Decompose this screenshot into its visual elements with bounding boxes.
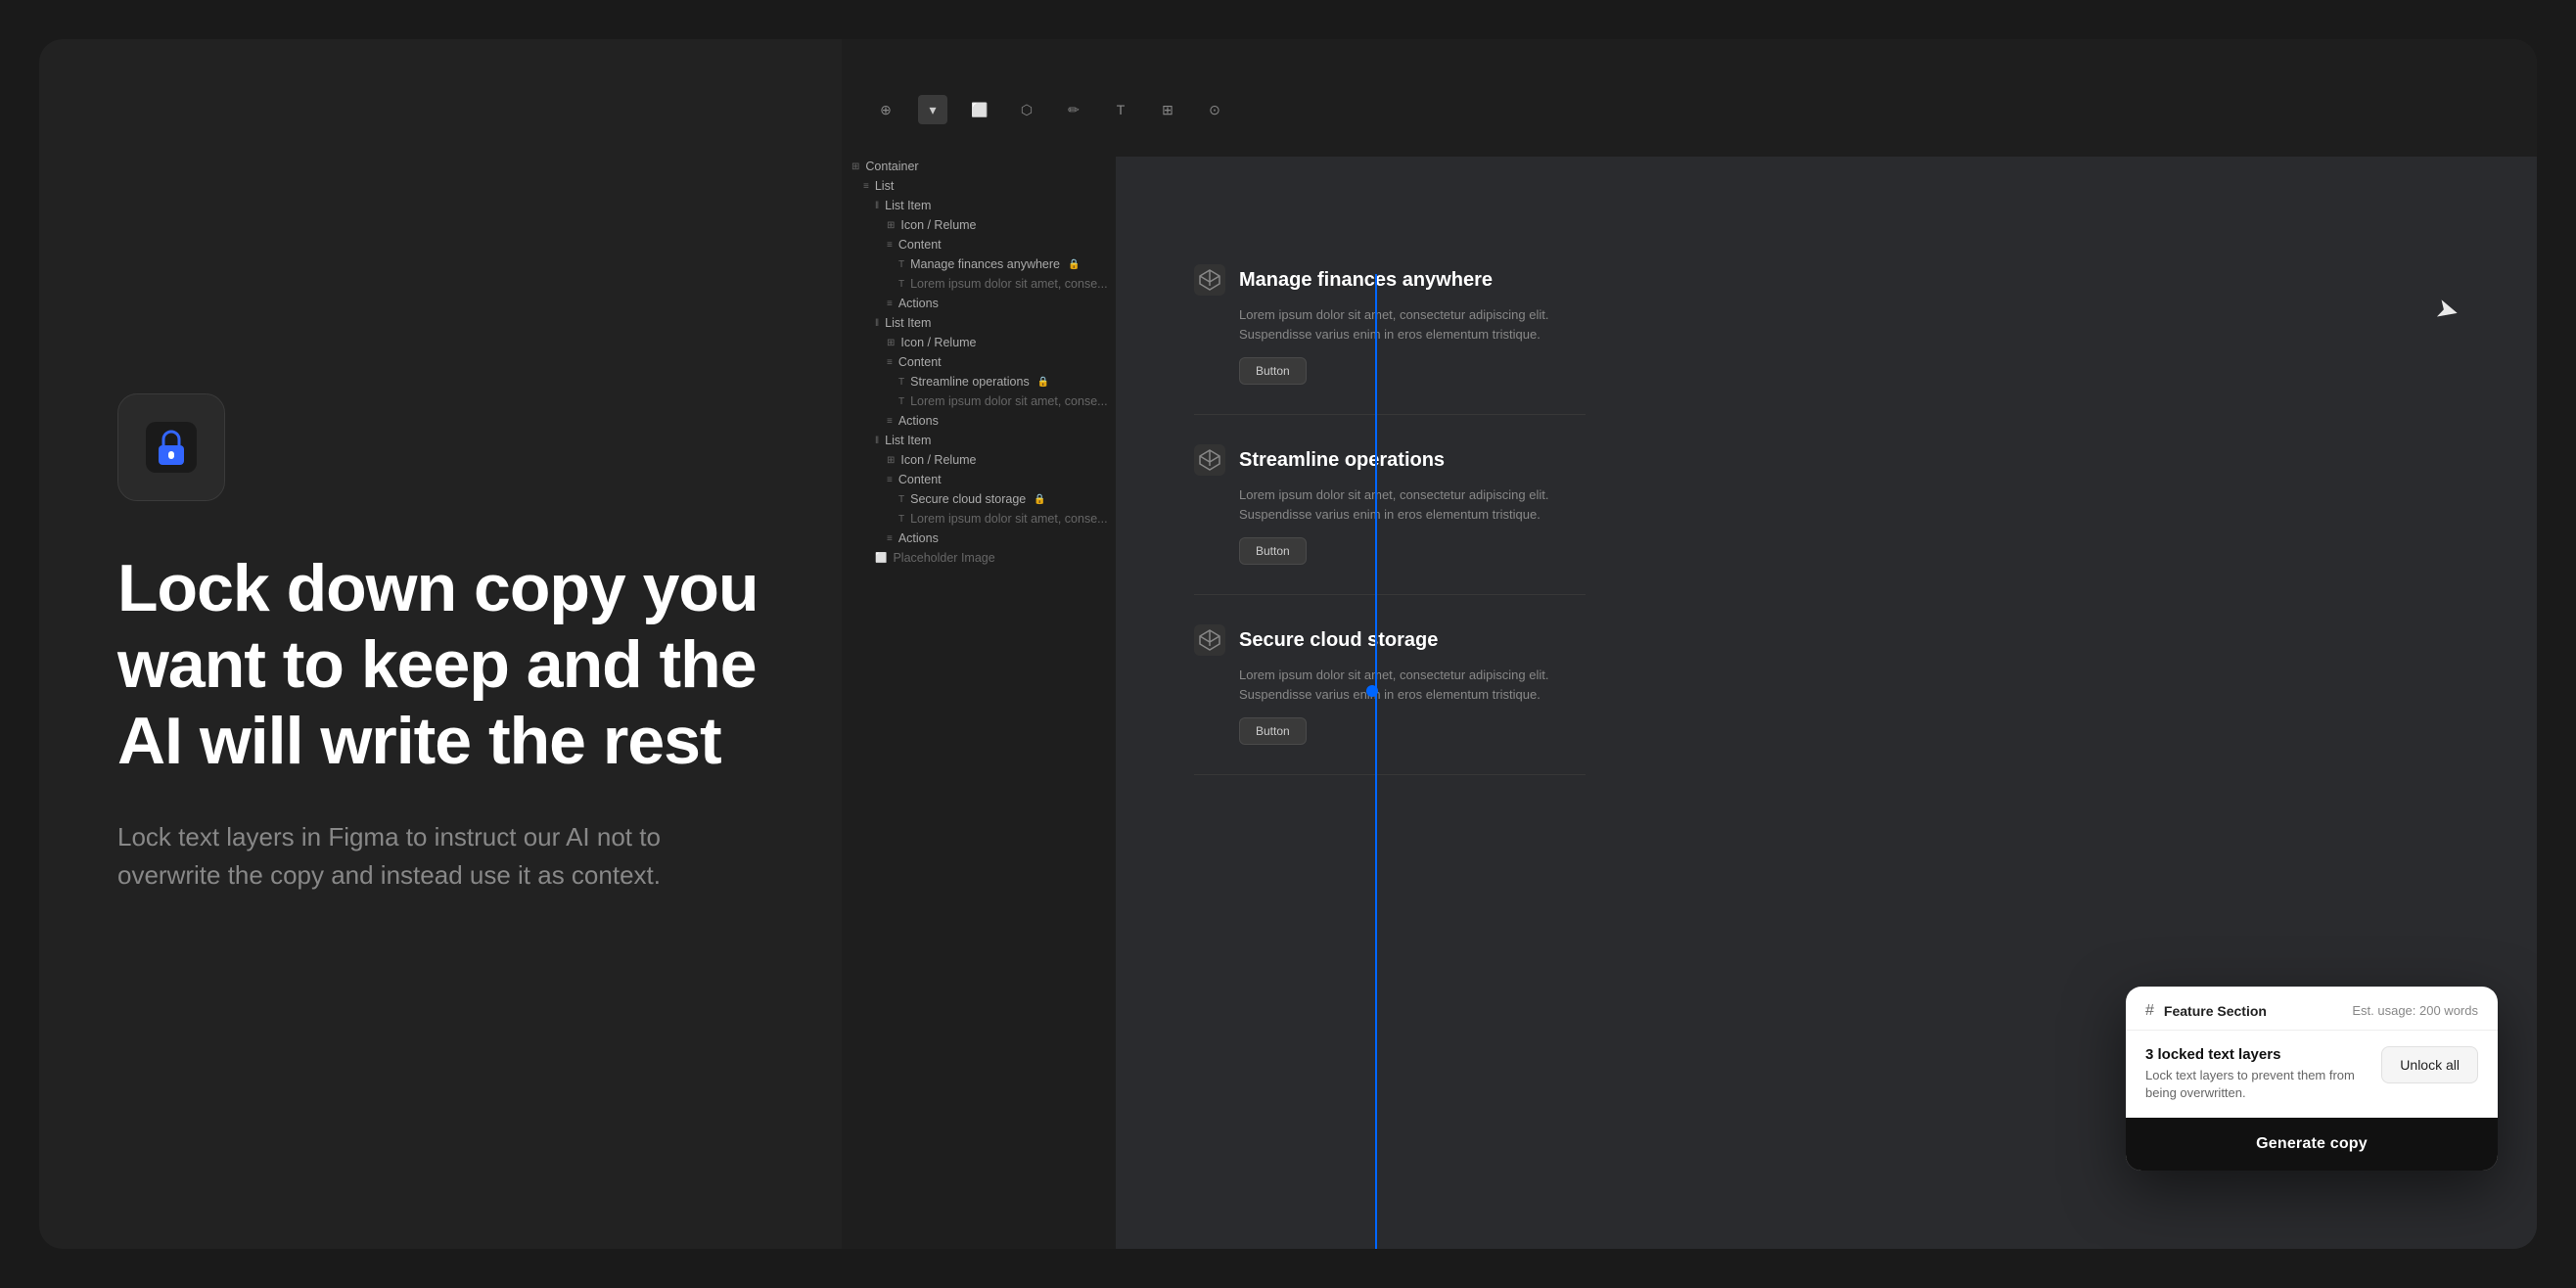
feature-1-button[interactable]: Button — [1239, 357, 1307, 385]
feature-3-title: Secure cloud storage — [1239, 629, 1438, 652]
selection-dot — [1366, 685, 1378, 697]
feature-1-icon — [1194, 264, 1225, 296]
feature-1-header: Manage finances anywhere — [1194, 264, 1586, 296]
feature-3-button[interactable]: Button — [1239, 717, 1307, 745]
unlock-all-button[interactable]: Unlock all — [2381, 1046, 2478, 1083]
feature-3-desc: Lorem ipsum dolor sit amet, consectetur … — [1194, 666, 1586, 704]
popup-est-usage: Est. usage: 200 words — [2352, 1003, 2478, 1018]
toolbar-frame-icon[interactable]: ⬜ — [965, 95, 994, 124]
layer-desc-3: T Lorem ipsum dolor sit amet, conse... — [842, 509, 1096, 529]
lock-icon-wrapper — [117, 393, 225, 501]
layer-desc-2: T Lorem ipsum dolor sit amet, conse... — [842, 391, 1096, 411]
toolbar-component-icon[interactable]: ⊞ — [1153, 95, 1182, 124]
toolbar-arrow-icon[interactable]: ▾ — [918, 95, 947, 124]
feature-3-icon — [1194, 624, 1225, 656]
layer-container: ⊞ Container — [842, 157, 1096, 176]
cursor-icon: ➤ — [2432, 292, 2462, 329]
layer-content-2: ≡ Content — [842, 352, 1096, 372]
lock-icon — [146, 422, 197, 473]
feature-item-3: Secure cloud storage Lorem ipsum dolor s… — [1194, 595, 1586, 775]
layer-actions-2: ≡ Actions — [842, 411, 1096, 431]
layer-icon-relume-1: ⊞ Icon / Relume — [842, 215, 1096, 235]
feature-2-title: Streamline operations — [1239, 449, 1445, 472]
popup-locked-count: 3 locked text layers — [2145, 1046, 2368, 1063]
feature-item-1: Manage finances anywhere Lorem ipsum dol… — [1194, 235, 1586, 415]
layer-list-item-2: ‖ List Item — [842, 313, 1096, 333]
layer-placeholder: ⬜ Placeholder Image — [842, 548, 1096, 568]
hash-icon: # — [2145, 1002, 2154, 1020]
layer-actions-3: ≡ Actions — [842, 529, 1096, 548]
layer-content-1: ≡ Content — [842, 235, 1096, 254]
feature-2-button[interactable]: Button — [1239, 537, 1307, 565]
popup-section-title: Feature Section — [2164, 1003, 2267, 1019]
feature-2-icon — [1194, 444, 1225, 476]
main-container: Lock down copy you want to keep and the … — [39, 39, 2537, 1249]
generate-copy-button[interactable]: Generate copy — [2126, 1118, 2498, 1171]
toolbar-more-icon[interactable]: ⊙ — [1200, 95, 1229, 124]
toolbar-pen-icon[interactable]: ✏ — [1059, 95, 1088, 124]
figma-toolbar: ⊕ ▾ ⬜ ⬡ ✏ T ⊞ ⊙ — [842, 88, 2537, 131]
layer-desc-1: T Lorem ipsum dolor sit amet, conse... — [842, 274, 1096, 294]
layer-content-3: ≡ Content — [842, 470, 1096, 489]
popup-body: 3 locked text layers Lock text layers to… — [2126, 1031, 2498, 1118]
feature-2-header: Streamline operations — [1194, 444, 1586, 476]
headline: Lock down copy you want to keep and the … — [117, 550, 763, 780]
layers-panel: ⊞ Container ≡ List ‖ List Item ⊞ Icon / … — [842, 157, 1096, 568]
toolbar-text-icon[interactable]: T — [1106, 95, 1135, 124]
subtext: Lock text layers in Figma to instruct ou… — [117, 818, 744, 895]
layer-icon-relume-2: ⊞ Icon / Relume — [842, 333, 1096, 352]
feature-1-title: Manage finances anywhere — [1239, 269, 1493, 292]
left-panel: Lock down copy you want to keep and the … — [39, 39, 842, 1249]
layer-icon-relume-3: ⊞ Icon / Relume — [842, 450, 1096, 470]
layer-title-1: T Manage finances anywhere 🔒 — [842, 254, 1096, 274]
popup-locked-desc: Lock text layers to prevent them from be… — [2145, 1067, 2368, 1102]
layer-list-item-1: ‖ List Item — [842, 196, 1096, 215]
layer-title-2: T Streamline operations 🔒 — [842, 372, 1096, 391]
popup-panel: # Feature Section Est. usage: 200 words … — [2126, 987, 2498, 1171]
layer-list: ≡ List — [842, 176, 1096, 196]
right-panel: ⊕ ▾ ⬜ ⬡ ✏ T ⊞ ⊙ ⊞ Container ≡ List ‖ Lis… — [842, 39, 2537, 1249]
feature-2-desc: Lorem ipsum dolor sit amet, consectetur … — [1194, 485, 1586, 524]
feature-1-desc: Lorem ipsum dolor sit amet, consectetur … — [1194, 305, 1586, 344]
popup-header: # Feature Section Est. usage: 200 words — [2126, 987, 2498, 1031]
popup-body-text: 3 locked text layers Lock text layers to… — [2145, 1046, 2368, 1102]
layer-actions-1: ≡ Actions — [842, 294, 1096, 313]
feature-list: Manage finances anywhere Lorem ipsum dol… — [1194, 235, 1586, 775]
selection-line — [1375, 274, 1377, 1249]
feature-item-2: Streamline operations Lorem ipsum dolor … — [1194, 415, 1586, 595]
toolbar-move-icon[interactable]: ⊕ — [871, 95, 900, 124]
layer-list-item-3: ‖ List Item — [842, 431, 1096, 450]
layer-title-3: T Secure cloud storage 🔒 — [842, 489, 1096, 509]
feature-3-header: Secure cloud storage — [1194, 624, 1586, 656]
toolbar-shape-icon[interactable]: ⬡ — [1012, 95, 1041, 124]
